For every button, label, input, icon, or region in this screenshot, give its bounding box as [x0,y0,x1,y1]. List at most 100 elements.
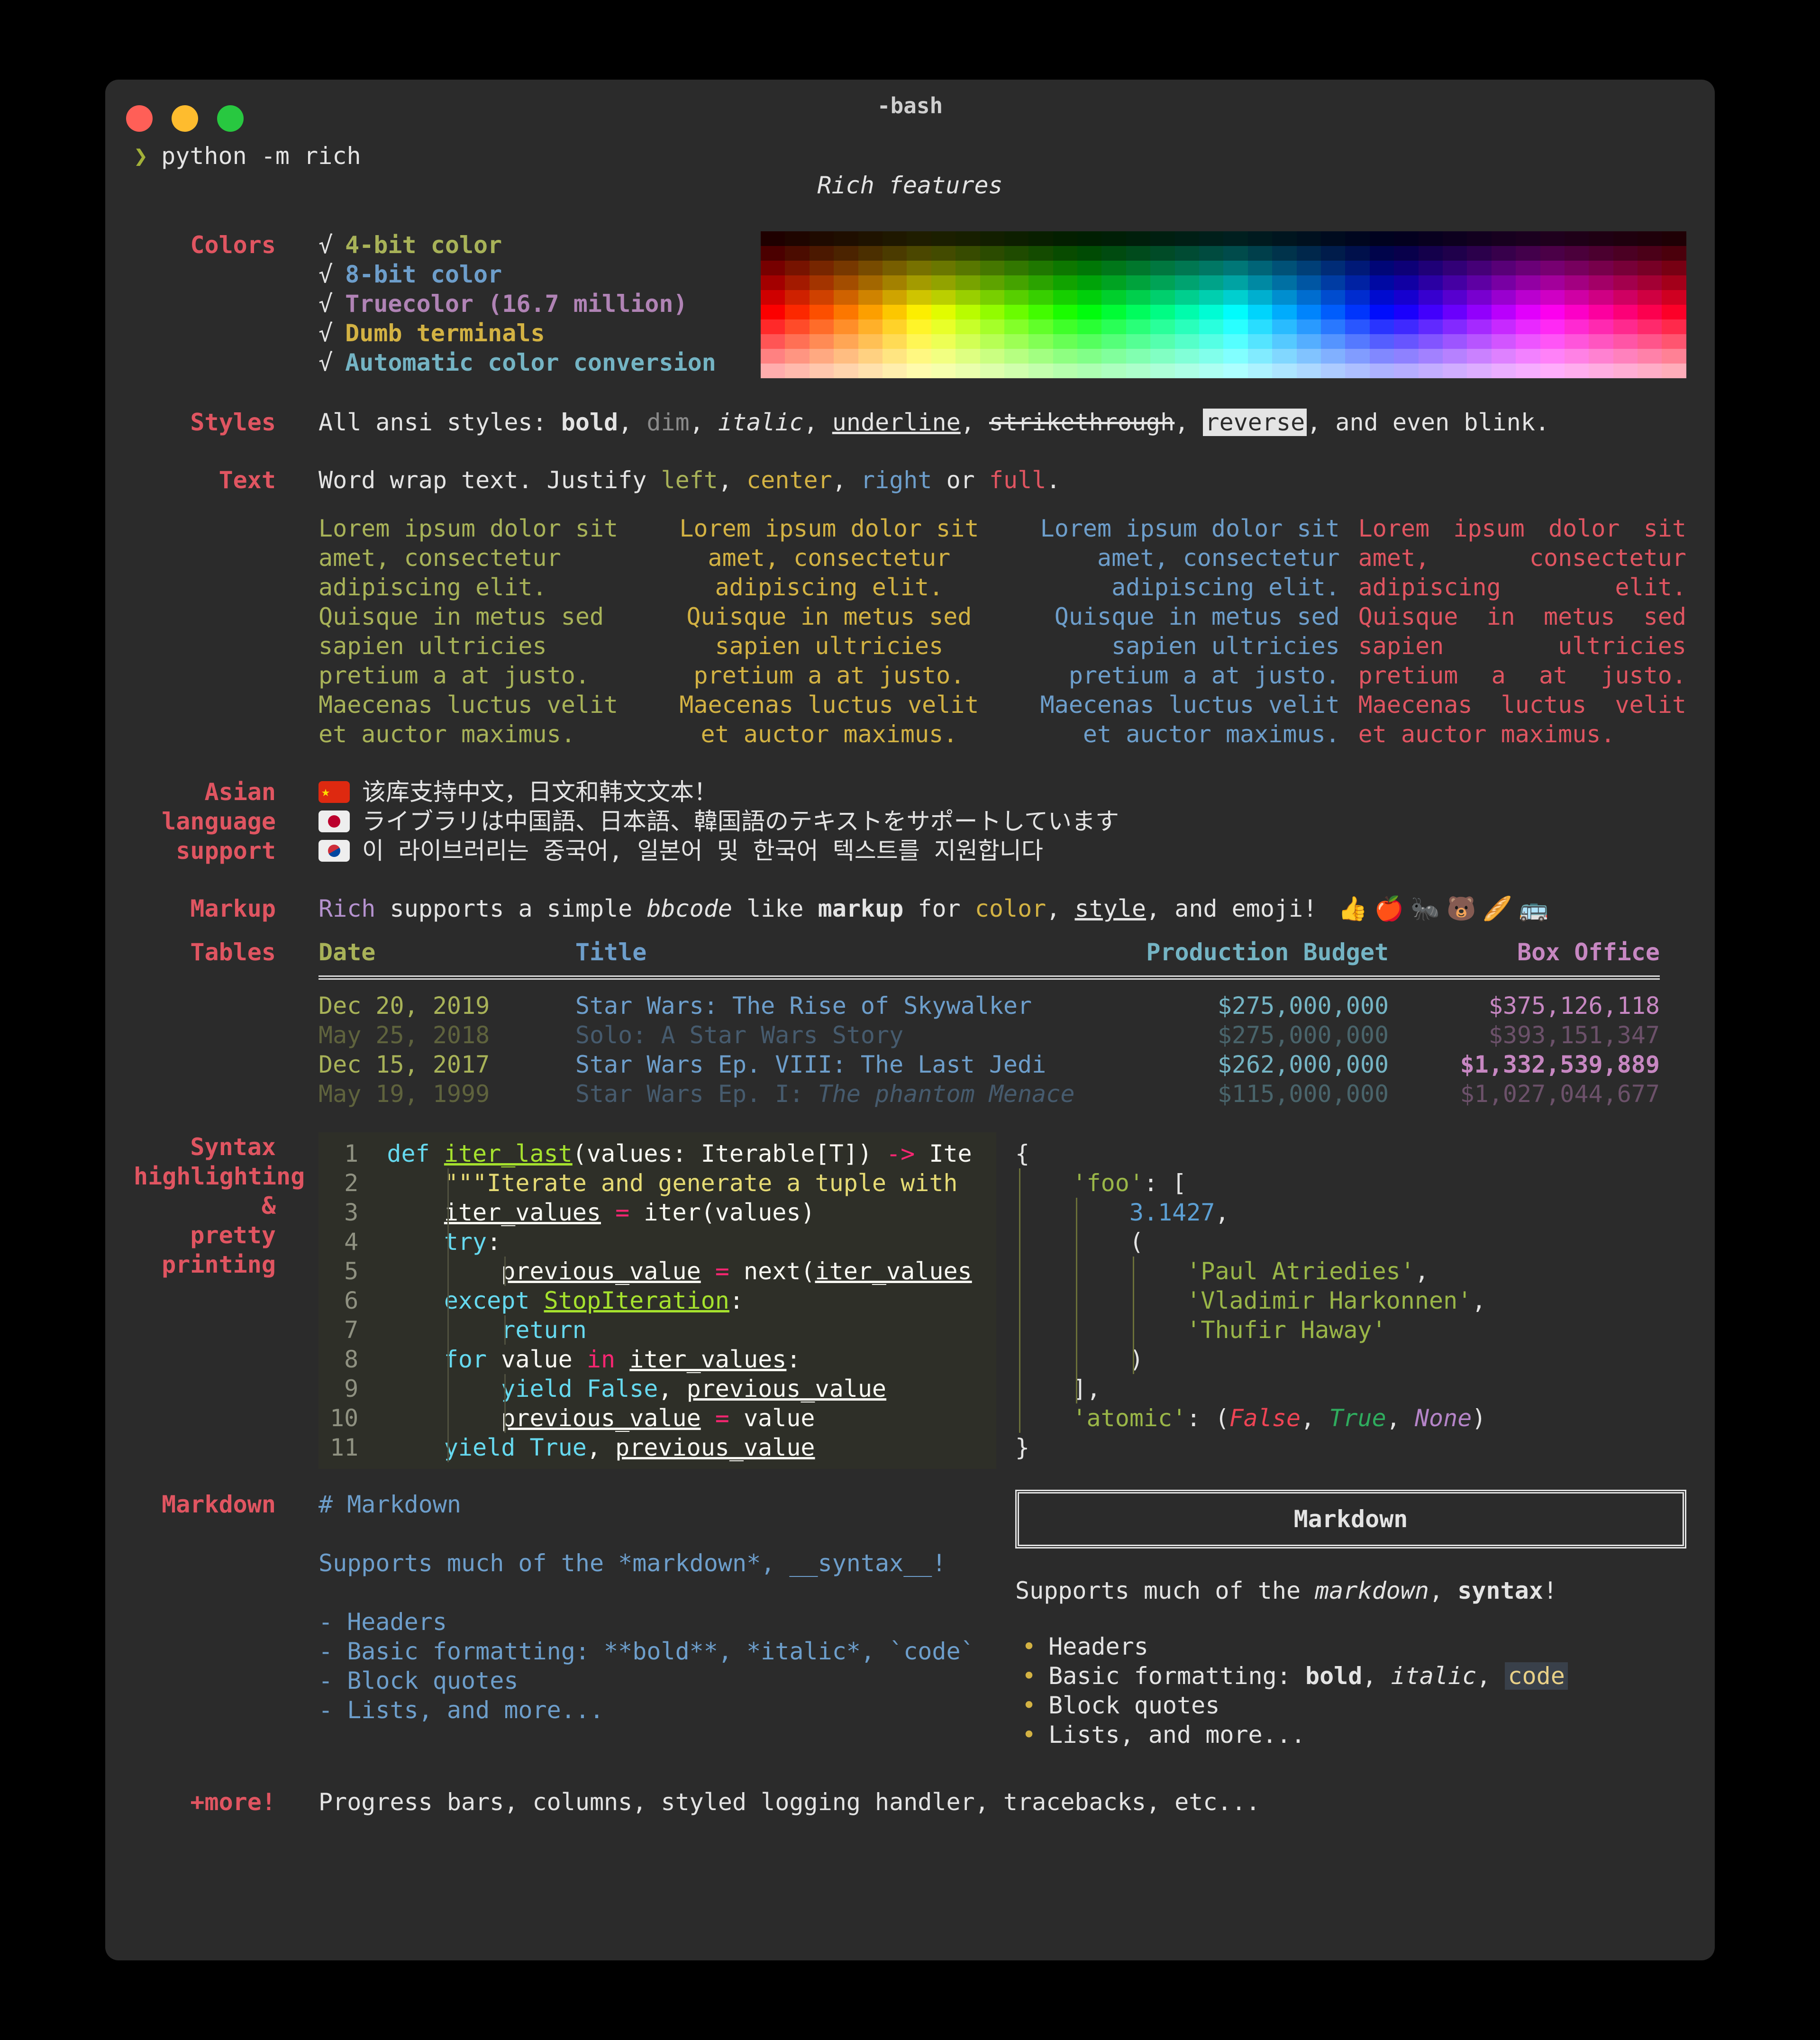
spectrum-cell [1223,349,1248,364]
spectrum-row [761,275,1686,290]
text-segment: , [1414,1257,1429,1285]
spectrum-cell [1223,261,1248,275]
text-segment [387,1169,444,1197]
spectrum-cell [1077,290,1102,305]
text-segment: Star Wars: The Rise of Skywalker [575,991,1075,1020]
spectrum-cell [931,364,956,378]
spectrum-cell [1467,231,1492,246]
section-text: Text Word wrap text. Justify left, cente… [134,465,1686,749]
spectrum-cell [1369,305,1394,319]
section-syntax: Syntax highlighting & pretty printing 1 def i… [134,1132,1686,1469]
color-spectrum [761,231,1686,378]
spectrum-cell [1077,305,1102,319]
text-segment: ! [1543,1577,1557,1604]
text-segment: Ite [915,1140,972,1167]
spectrum-cell [882,246,907,261]
markdown-source-line: Supports much of the *markdown*, __synta… [318,1549,946,1577]
markdown-source-line [318,1519,996,1548]
spectrum-cell [1564,231,1589,246]
spectrum-cell [1394,305,1419,319]
text-segment: underline [832,409,961,436]
spectrum-cell [1540,319,1565,334]
text-segment: (values: Iterable[T]) [572,1140,887,1167]
section-styles: Styles All ansi styles: bold, dim, itali… [134,408,1686,437]
pretty-line: ( [1015,1227,1686,1257]
text-segment [1015,1404,1072,1432]
spectrum-cell [1613,319,1638,334]
line-number: 10 [330,1404,359,1432]
spectrum-cell [1223,305,1248,319]
spectrum-cell [1369,319,1394,334]
section-label-markup: Markup [190,895,276,922]
spectrum-cell [1613,290,1638,305]
spectrum-cell [907,334,931,349]
spectrum-cell [1638,290,1662,305]
section-tables: Tables Date Title Production Budget Box Off… [134,938,1686,1109]
indent-guide [504,1374,506,1433]
text-segment [573,1375,587,1402]
spectrum-cell [1028,231,1053,246]
spectrum-cell [1638,275,1662,290]
spectrum-cell [785,231,810,246]
text-segment [387,1404,501,1432]
spectrum-cell [1247,319,1273,334]
markdown-source-line: - Headers [318,1608,447,1636]
indent-guide [447,1168,449,1462]
spectrum-cell [1247,334,1273,349]
spectrum-cell [1077,364,1102,378]
spectrum-cell [1662,275,1686,290]
text-segment: Truecolor (16.7 million) [345,290,688,318]
spectrum-cell [1077,231,1102,246]
spectrum-cell [980,334,1004,349]
text-segment: 이 라이브러리는 중국어, 일본어 및 한국어 텍스트를 지원합니다 [362,837,1043,865]
movies-table: Date Title Production Budget Box Office Dec … [318,938,1660,1109]
spectrum-row [761,305,1686,319]
spectrum-cell [1369,246,1394,261]
spectrum-cell [1662,319,1686,334]
text-segment: Supports much of the [1015,1577,1315,1604]
section-label-more: +more! [190,1788,276,1816]
spectrum-cell [1053,261,1078,275]
spectrum-cell [1126,261,1151,275]
text-segment: , [1362,1662,1391,1690]
spectrum-cell [1053,305,1078,319]
spectrum-cell [834,261,858,275]
spectrum-cell [980,246,1004,261]
text-segment: , [1476,1662,1505,1690]
text-segment: style [1074,895,1147,922]
section-label-tables: Tables [190,938,276,966]
spectrum-cell [1004,290,1029,305]
markdown-paragraph: Supports much of the markdown, syntax! [1015,1576,1686,1605]
spectrum-cell [1418,305,1443,319]
spectrum-cell [1199,334,1224,349]
markdown-bullet-item: • Block quotes [1015,1691,1686,1720]
check-icon: √ [318,319,333,347]
spectrum-cell [785,364,810,378]
spectrum-cell [858,290,883,305]
spectrum-cell [1077,275,1102,290]
spectrum-cell [1516,349,1540,364]
spectrum-cell [858,349,883,364]
text-segment: = [715,1257,729,1285]
spectrum-cell [1053,349,1078,364]
spectrum-cell [1174,261,1200,275]
spectrum-row [761,319,1686,334]
terminal-content: ❯ python -m rich Rich features Colors √ 4-… [105,141,1715,1817]
spectrum-cell [1369,275,1394,290]
spectrum-cell [858,305,883,319]
spectrum-cell [1394,261,1419,275]
markdown-source-line: - Lists, and more... [318,1696,604,1724]
spectrum-cell [1540,275,1565,290]
spectrum-cell [1345,305,1370,319]
spectrum-cell [907,231,931,246]
line-number: 3 [344,1199,359,1226]
text-segment: try [444,1228,487,1256]
spectrum-cell [1613,261,1638,275]
spectrum-cell [1467,334,1492,349]
spectrum-cell [1638,334,1662,349]
markdown-bullet-item: • Lists, and more... [1015,1720,1686,1749]
text-segment: left [661,466,718,494]
spectrum-cell [761,231,785,246]
line-number: 11 [330,1434,359,1461]
lorem-columns: Lorem ipsum dolor sit amet, consectetur … [318,514,1686,749]
